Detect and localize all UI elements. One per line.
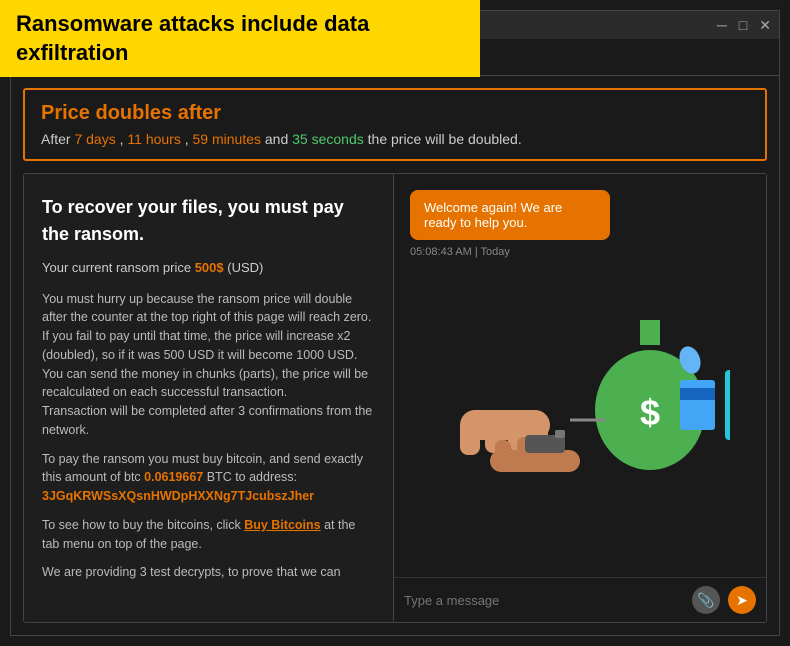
ransom-price: Your current ransom price 500$ (USD) bbox=[42, 258, 375, 278]
body-text-4: We are providing 3 test decrypts, to pro… bbox=[42, 563, 375, 582]
main-content: To recover your files, you must pay the … bbox=[23, 173, 767, 623]
ransom-price-label: Your current ransom price bbox=[42, 260, 195, 275]
timer-days: 7 days bbox=[74, 131, 115, 147]
ransom-price-currency: (USD) bbox=[227, 260, 263, 275]
timer-sep2: , bbox=[185, 131, 193, 147]
timer-minutes: 59 minutes bbox=[193, 131, 261, 147]
yellow-banner: Ransomware attacks include data exfiltra… bbox=[0, 0, 480, 77]
chat-messages: Welcome again! We are ready to help you.… bbox=[394, 174, 766, 577]
body-text-1: You must hurry up because the ransom pri… bbox=[42, 290, 375, 440]
price-timer-text: After 7 days , 11 hours , 59 minutes and… bbox=[41, 131, 749, 147]
body2: To pay the ransom you must buy bitcoin, … bbox=[42, 452, 363, 485]
chat-timestamp: 05:08:43 AM | Today bbox=[410, 246, 750, 258]
body4: To see how to buy the bitcoins, click bbox=[42, 518, 244, 532]
price-doubles-banner: Price doubles after After 7 days , 11 ho… bbox=[23, 88, 767, 161]
main-heading: To recover your files, you must pay the … bbox=[42, 194, 375, 248]
minimize-button[interactable]: ─ bbox=[717, 17, 727, 33]
btc-amount: 0.0619667 bbox=[144, 470, 203, 484]
body-text-2: To pay the ransom you must buy bitcoin, … bbox=[42, 450, 375, 506]
btc-address[interactable]: 3JGqKRWSsXQsnHWDpHXXNg7TJcubszJher bbox=[42, 489, 314, 503]
send-button[interactable]: ➤ bbox=[728, 586, 756, 614]
chat-bubble: Welcome again! We are ready to help you. bbox=[410, 190, 610, 240]
right-panel: Welcome again! We are ready to help you.… bbox=[394, 174, 766, 622]
app-window: ─ □ ✕ Chat Test Decrypt Buy Bitcoins Abo… bbox=[10, 10, 780, 636]
timer-hours: 11 hours bbox=[127, 131, 180, 147]
close-button[interactable]: ✕ bbox=[759, 17, 771, 34]
timer-and: and bbox=[265, 131, 292, 147]
chat-input[interactable] bbox=[404, 593, 684, 608]
body-text-3: To see how to buy the bitcoins, click Bu… bbox=[42, 516, 375, 554]
timer-suffix: the price will be doubled. bbox=[368, 131, 522, 147]
timer-seconds: 35 seconds bbox=[292, 131, 364, 147]
maximize-button[interactable]: □ bbox=[739, 17, 747, 33]
ransom-price-amount: 500$ bbox=[195, 260, 224, 275]
svg-text:$: $ bbox=[640, 392, 660, 433]
attach-button[interactable]: 📎 bbox=[692, 586, 720, 614]
left-panel: To recover your files, you must pay the … bbox=[24, 174, 394, 622]
send-icon: ➤ bbox=[736, 592, 748, 609]
price-doubles-title: Price doubles after bbox=[41, 102, 749, 125]
attach-icon: 📎 bbox=[697, 592, 714, 609]
timer-prefix: After bbox=[41, 131, 74, 147]
illustration: $ bbox=[410, 270, 750, 490]
chat-input-area: 📎 ➤ bbox=[394, 577, 766, 622]
buy-bitcoins-link[interactable]: Buy Bitcoins bbox=[244, 518, 320, 532]
body3: BTC to address: bbox=[207, 470, 297, 484]
